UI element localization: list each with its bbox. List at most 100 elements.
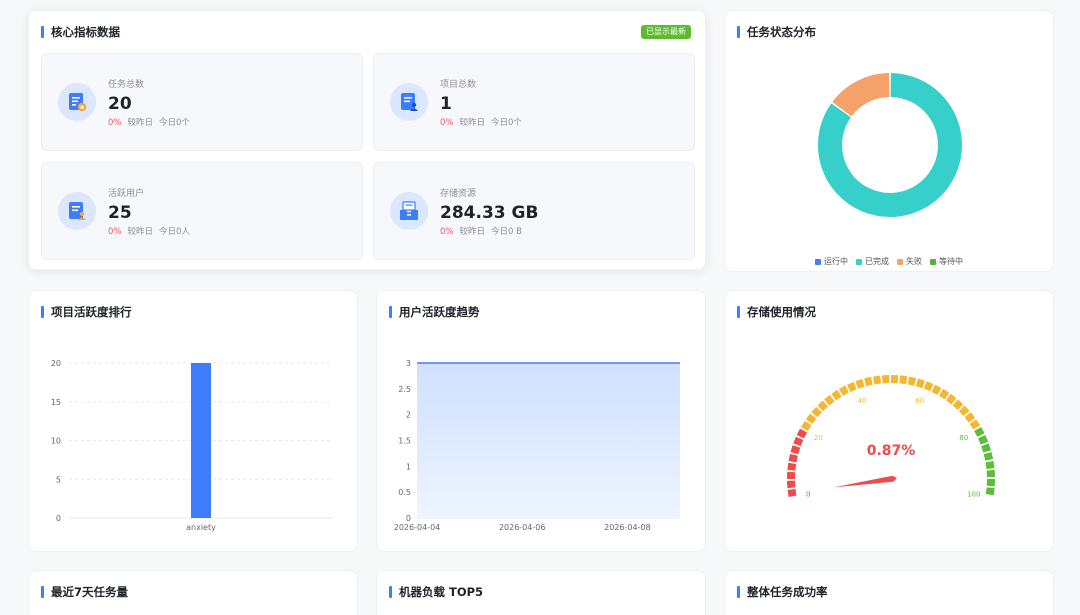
metric-card-projects[interactable]: 项目总数 1 0% 较昨日 今日0个 [373, 53, 695, 151]
title-accent-bar [41, 586, 44, 598]
project-icon [390, 83, 428, 121]
legend-item-running[interactable]: 运行中 [815, 256, 848, 267]
metric-today: 今日0人 [159, 227, 190, 237]
gauge-segment [790, 445, 801, 455]
gauge-segment [923, 381, 934, 392]
legend-swatch [930, 258, 936, 265]
task-status-card: 任务状态分布 运行中 已完成 失败 等待中 [724, 10, 1054, 272]
y-tick-label: 1 [406, 462, 411, 471]
y-tick-label: 3 [406, 359, 411, 368]
legend-label: 失败 [906, 257, 922, 266]
y-tick-label: 0 [56, 514, 61, 523]
metric-today: 今日0个 [491, 118, 522, 128]
y-tick-label: 10 [51, 437, 61, 446]
legend-swatch [856, 258, 862, 265]
metric-compare: 较昨日 [459, 227, 486, 237]
gauge-tick-label: 60 [915, 397, 924, 405]
metric-card-storage[interactable]: 存储资源 284.33 GB 0% 较昨日 今日0 B [373, 162, 695, 260]
gauge-segment [986, 469, 995, 478]
user-icon [58, 192, 96, 230]
metric-label: 活跃用户 [108, 189, 145, 199]
gauge-segment [985, 487, 995, 496]
project-rank-bar-chart: 0 5 10 15 20 anxiety [51, 359, 333, 532]
y-tick-label: 5 [56, 475, 61, 484]
gauge-segment [796, 428, 808, 439]
gauge-segment [974, 427, 985, 437]
gauge-segment [864, 376, 873, 387]
gauge-segment [855, 379, 865, 389]
storage-card: 存储使用情况 0 20 40 60 80 100 0.87% [724, 290, 1054, 552]
gauge-segment [985, 460, 995, 469]
recent-tasks-card: 最近7天任务量 [28, 570, 358, 615]
legend-swatch [815, 258, 821, 265]
metric-pct: 0% [440, 227, 454, 237]
machine-load-title: 机器负载 TOP5 [389, 585, 483, 599]
legend-item-completed[interactable]: 已完成 [856, 256, 889, 267]
y-tick-label: 15 [51, 398, 61, 407]
metric-value: 25 [108, 203, 132, 223]
y-tick-label: 20 [51, 359, 61, 368]
gauge-segment [831, 389, 842, 401]
task-status-legend: 运行中 已完成 失败 等待中 [725, 256, 1053, 267]
legend-item-waiting[interactable]: 等待中 [930, 256, 963, 267]
legend-label: 等待中 [939, 257, 963, 266]
x-tick-label: anxiety [186, 523, 216, 532]
metric-compare: 较昨日 [127, 118, 154, 128]
gauge-segment [981, 443, 991, 453]
storage-box-icon [390, 192, 428, 230]
y-tick-label: 0.5 [398, 488, 411, 497]
metric-pct: 0% [440, 118, 454, 128]
gauge-segment [872, 375, 881, 385]
title-accent-bar [737, 586, 740, 598]
y-tick-label: 0 [406, 514, 411, 523]
metric-label: 存储资源 [440, 189, 477, 199]
status-badge: 已显示最新 [641, 25, 691, 39]
donut-slice-2 [832, 73, 890, 117]
metric-value: 1 [440, 94, 452, 114]
gauge-segment [946, 393, 957, 405]
y-tick-label: 1.5 [398, 437, 411, 446]
success-rate-card: 整体任务成功率 [724, 570, 1054, 615]
x-tick-label: 2026-04-06 [499, 523, 546, 532]
project-rank-card: 项目活跃度排行 0 5 10 15 20 anxiety [28, 290, 358, 552]
user-trend-area-chart: 0 0.5 1 1.5 2 2.5 3 2026-04-04 2026-04-06 2026-04… [394, 359, 680, 532]
metric-card-tasks[interactable]: 任务总数 20 0% 较昨日 今日0个 [41, 53, 363, 151]
gauge-segment [907, 376, 917, 386]
title-accent-bar [389, 586, 392, 598]
recent-tasks-title: 最近7天任务量 [41, 585, 128, 599]
gauge-segment [969, 419, 981, 430]
gauge-segment [881, 375, 890, 384]
gauge-segment [800, 420, 812, 431]
title-accent-bar [41, 26, 44, 38]
gauge-segment [788, 453, 798, 463]
gauge-segment [787, 462, 797, 471]
core-metrics-title-text: 核心指标数据 [51, 25, 120, 39]
gauge-segment [787, 471, 796, 479]
metric-card-active-users[interactable]: 活跃用户 25 0% 较昨日 今日0人 [41, 162, 363, 260]
gauge-segment [891, 375, 899, 384]
success-rate-title: 整体任务成功率 [737, 585, 828, 599]
gauge-tick-label: 40 [858, 397, 867, 405]
gauge-segment [793, 436, 804, 447]
gauge-segment [939, 388, 950, 400]
legend-item-failed[interactable]: 失败 [897, 256, 922, 267]
metric-compare: 较昨日 [127, 227, 154, 237]
recent-tasks-title-text: 最近7天任务量 [51, 585, 129, 599]
metric-value: 20 [108, 94, 132, 114]
core-metrics-card: 核心指标数据 已显示最新 任务总数 20 0% 较昨日 今日0个 项目总数 1 0%… [28, 10, 706, 270]
metric-sub: 0% 较昨日 今日0人 [108, 225, 190, 237]
metric-sub: 0% 较昨日 今日0 B [440, 225, 522, 237]
gauge-segment [787, 489, 797, 498]
core-metrics-title: 核心指标数据 [41, 25, 120, 39]
metric-sub: 0% 较昨日 今日0个 [108, 116, 190, 128]
gauge-tick-label: 80 [959, 434, 968, 442]
gauge-segment [847, 381, 857, 392]
metric-pct: 0% [108, 118, 122, 128]
legend-label: 已完成 [865, 257, 889, 266]
user-trend-card: 用户活跃度趋势 0 0.5 1 1.5 2 2.5 3 2026-04-04 2026-04-0… [376, 290, 706, 552]
gauge-pointer [833, 475, 897, 488]
metric-today: 今日0 B [491, 227, 522, 237]
metric-label: 项目总数 [440, 80, 477, 90]
gauge-segment [978, 435, 989, 445]
gauge-needle [833, 475, 897, 488]
